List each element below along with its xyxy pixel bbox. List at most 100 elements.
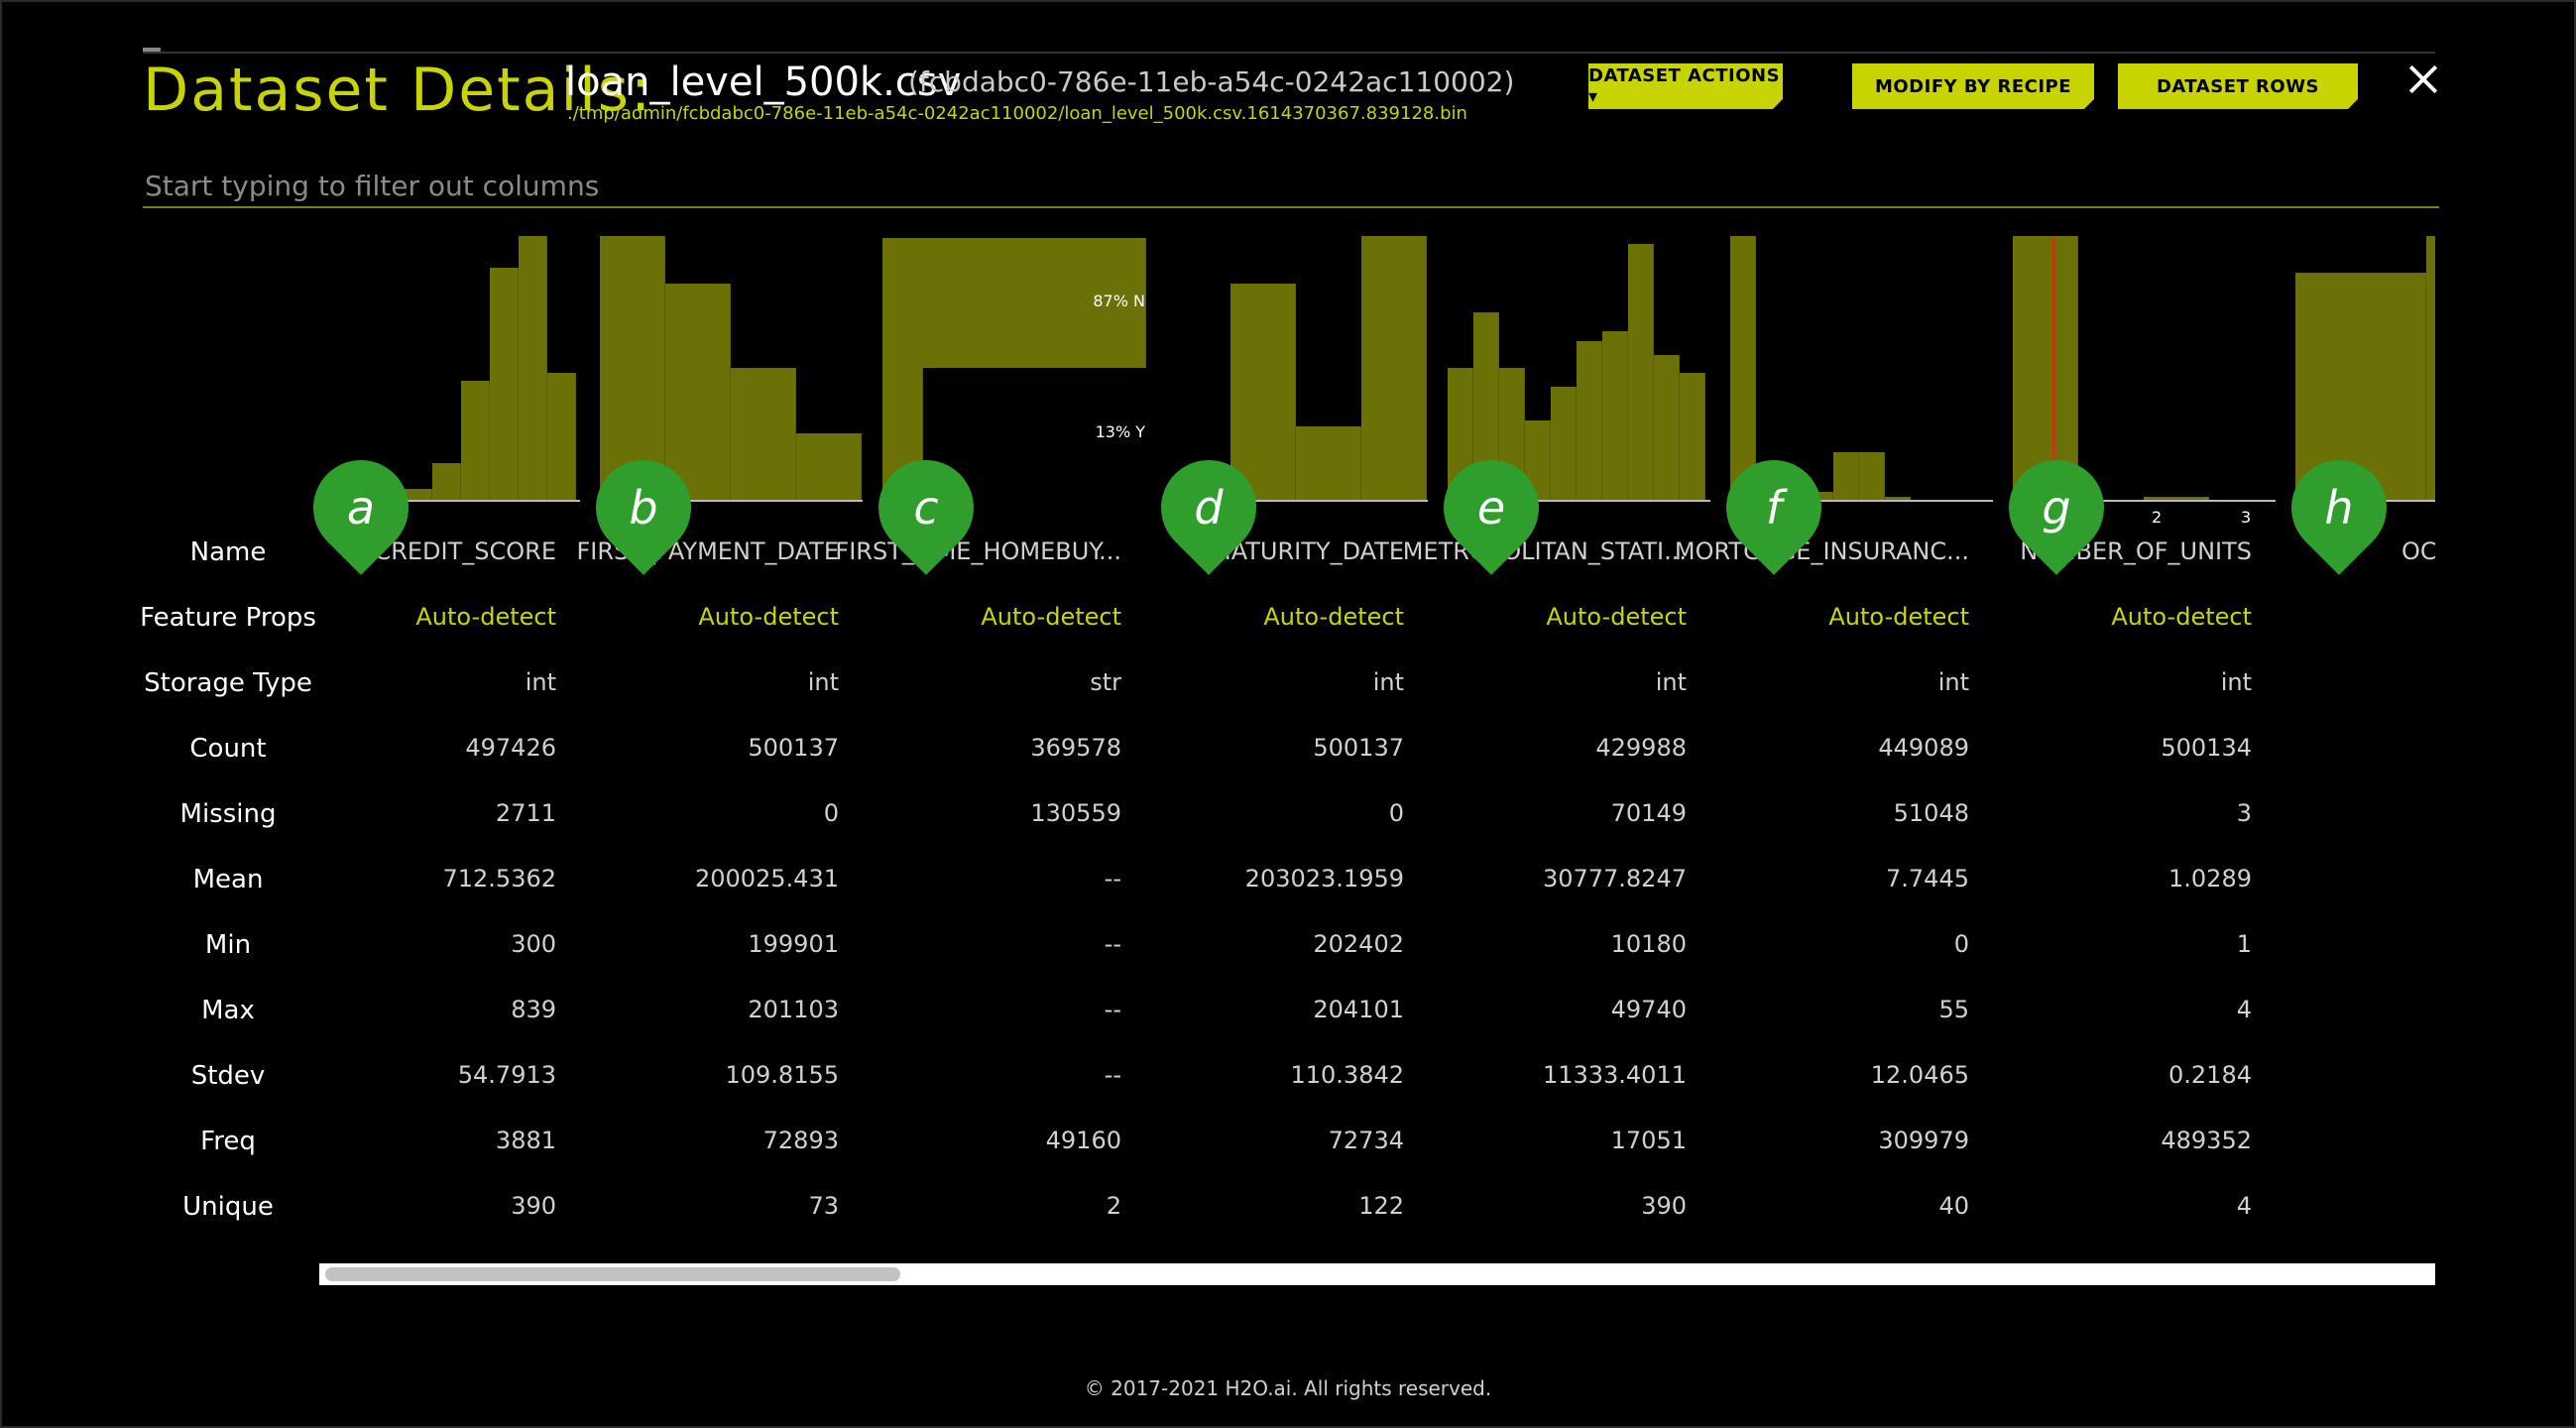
column-max-value: 201103 [748,996,839,1023]
column-name[interactable]: MORTGAGE_INSURANC... [1675,537,1969,565]
row-label-mean: Mean [192,865,264,894]
column-mean-value: -- [1104,865,1121,892]
column-missing-value: 51048 [1893,799,1969,827]
column-min-value: 300 [511,930,556,958]
column-max-value: 4 [2236,996,2252,1023]
column-missing-value: 3 [2236,799,2252,827]
dataset-actions-button[interactable]: DATASET ACTIONS ▾ [1588,63,1783,109]
column-unique-value: 2 [1106,1192,1121,1220]
histogram-bar [1296,426,1361,500]
column-stdev-value: 109.8155 [725,1061,839,1089]
column-min-value: 199901 [748,930,839,958]
annotation-marker: d [1141,440,1276,575]
column-count-value: 369578 [1030,734,1121,762]
histogram-bar [519,236,547,500]
histogram-bar [432,463,461,500]
dataset-file-path: ./tmp/admin/fcbdabc0-786e-11eb-a54c-0242… [567,103,1467,124]
column-mean-value: 200025.431 [694,865,839,892]
dataset-rows-button[interactable]: DATASET ROWS [2118,63,2358,109]
annotation-marker: c [859,440,994,575]
histogram-bar [490,268,519,500]
histogram-bar [461,381,490,500]
histogram-bar [1361,236,1427,500]
column-stdev-value: -- [1104,1061,1121,1089]
column-filter-input[interactable] [143,165,2439,208]
column-feature-props-value[interactable]: Auto-detect [981,603,1121,631]
annotation-marker-letter: a [346,481,376,535]
category-label: 87% N [1093,292,1145,310]
row-label-count: Count [189,734,267,764]
row-label-missing: Missing [179,799,277,829]
column-max-value: 55 [1938,996,1969,1023]
column-freq-value: 17051 [1610,1127,1687,1154]
column-unique-value: 390 [511,1192,556,1220]
column-stats-grid: CREDIT_SCORE Auto-detect int 497426 2711 712.… [317,516,2435,1230]
column-freq-value: 72734 [1328,1127,1404,1154]
column-storage-type-value: int [1655,668,1687,696]
column-name[interactable]: OCCUPANC [2401,537,2435,565]
column-min-value: 0 [1953,930,1969,958]
annotation-marker-letter: d [1194,481,1224,535]
column-stdev-value: 11333.4011 [1542,1061,1687,1089]
horizontal-scrollbar[interactable] [319,1263,2435,1285]
column-storage-type-value: int [1937,668,1969,696]
dataset-file-id: (fcbdabc0-786e-11eb-a54c-0242ac110002) [908,65,1515,98]
column-feature-props-value[interactable]: Auto-detect [1263,603,1404,631]
column-max-value: 204101 [1313,996,1404,1023]
histogram-bar [547,373,576,500]
column-mean-value: 1.0289 [2168,865,2252,892]
annotation-marker-letter: c [913,481,939,535]
column-unique-value: 390 [1641,1192,1687,1220]
row-label-storage-type: Storage Type [144,668,312,698]
histogram-bar [2426,236,2435,500]
column-missing-value: 0 [1388,799,1404,827]
column-storage-type-value: int [525,668,556,696]
histogram-bar [1859,452,1885,500]
histogram-bar [1551,387,1577,500]
column-stdev-value: 54.7913 [457,1061,556,1089]
column-freq-value: 72893 [762,1127,839,1154]
column-min-value: 202402 [1313,930,1404,958]
row-label-stdev: Stdev [190,1061,266,1091]
modify-by-recipe-button[interactable]: MODIFY BY RECIPE [1852,63,2094,109]
row-label-unique: Unique [182,1192,274,1222]
column-unique-value: 4 [2236,1192,2252,1220]
column-max-value: -- [1104,996,1121,1023]
annotation-marker-letter: e [1476,481,1506,535]
histogram-bar [1577,341,1602,500]
column-missing-value: 2711 [495,799,556,827]
column-count-value: 500134 [2161,734,2252,762]
column-count-value: 500137 [748,734,839,762]
column-count-value: 500137 [1313,734,1404,762]
histogram-bar [1602,331,1628,500]
column-unique-value: 73 [808,1192,839,1220]
column-mean-value: 203023.1959 [1244,865,1404,892]
column-feature-props-value[interactable]: Auto-detect [415,603,556,631]
column-stdev-value: 12.0465 [1870,1061,1969,1089]
column-feature-props-value[interactable]: Auto-detect [1546,603,1687,631]
column-mean-value: 30777.8247 [1542,865,1687,892]
column-missing-value: 130559 [1030,799,1121,827]
category-label: 13% Y [1095,422,1145,441]
row-label-freq: Freq [200,1127,256,1156]
column-feature-props-value[interactable]: Auto-detect [2111,603,2252,631]
close-icon[interactable] [2403,60,2443,99]
annotation-marker: h [2272,440,2406,575]
scrollbar-thumb[interactable] [325,1267,900,1281]
histogram-bar [1833,452,1859,500]
annotation-marker-letter: h [2324,481,2354,535]
column-feature-props-value[interactable]: Auto-detect [1828,603,1969,631]
histogram-bar [1680,373,1705,500]
column-count-value: 497426 [465,734,556,762]
annotation-marker: g [1989,440,2124,575]
annotation-marker: b [576,440,711,575]
column-storage-type-value: int [2220,668,2252,696]
column-feature-props-value[interactable]: Auto-detect [698,603,839,631]
histogram-bar [731,368,796,500]
column-stdev-value: 0.2184 [2168,1061,2252,1089]
histogram-bar [796,433,862,500]
column-freq-value: 49160 [1045,1127,1121,1154]
histogram-bar [1654,355,1680,500]
histogram-bar [1628,244,1654,500]
annotation-marker: a [293,440,428,575]
